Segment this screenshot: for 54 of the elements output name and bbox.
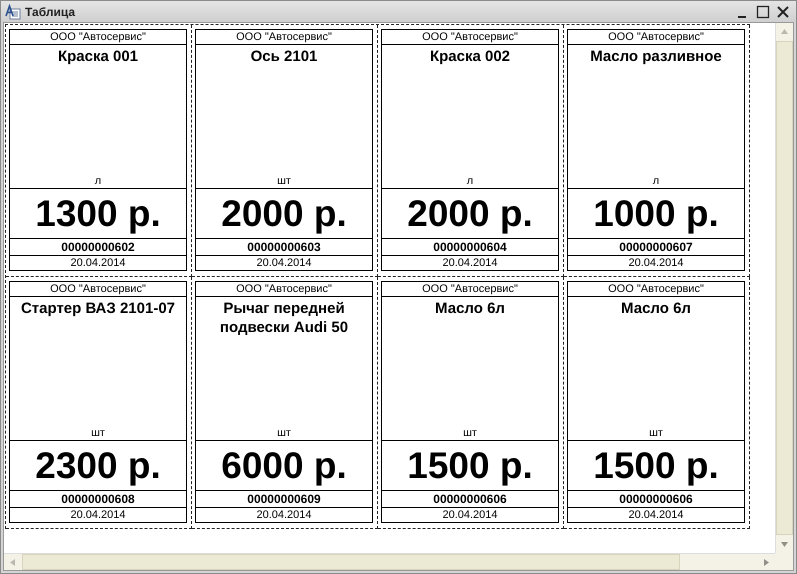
product-code: 00000000607 [568,239,744,256]
product-code: 00000000609 [196,491,372,508]
close-icon[interactable] [776,4,790,18]
company-name: ООО "Автосервис" [10,282,186,297]
company-name: ООО "Автосервис" [382,282,558,297]
date-text: 20.04.2014 [69,256,127,270]
unit-text: шт [463,426,477,440]
company-name: ООО "Автосервис" [10,30,186,45]
date-text: 20.04.2014 [255,256,313,270]
product-name: Рычаг передней подвески Audi 50 [218,299,350,337]
unit-text: шт [277,426,291,440]
date-text: 20.04.2014 [441,508,499,522]
company-name: ООО "Автосервис" [568,30,744,45]
price-text: 1300 р. [10,189,186,239]
price-text: 1500 р. [382,441,558,491]
price-text: 2300 р. [10,441,186,491]
company-name: ООО "Автосервис" [196,282,372,297]
unit-text: л [466,174,474,188]
company-name: ООО "Автосервис" [196,30,372,45]
price-text: 1000 р. [568,189,744,239]
unit-text: шт [649,426,663,440]
date-text: 20.04.2014 [627,508,685,522]
product-code: 00000000606 [382,491,558,508]
maximize-icon[interactable] [756,4,770,18]
product-code: 00000000602 [10,239,186,256]
price-text: 6000 р. [196,441,372,491]
product-name: Краска 001 [56,47,140,66]
price-text: 2000 р. [196,189,372,239]
product-name: Масло 6л [620,299,692,318]
date-text: 20.04.2014 [441,256,499,270]
company-name: ООО "Автосервис" [382,30,558,45]
product-name: Масло разливное [589,47,723,66]
date-text: 20.04.2014 [627,256,685,270]
product-name: Стартер ВАЗ 2101-07 [20,299,176,318]
scroll-thumb[interactable] [22,554,680,570]
product-name: Ось 2101 [250,47,318,66]
company-name: ООО "Автосервис" [568,282,744,297]
price-text: 2000 р. [382,189,558,239]
date-text: 20.04.2014 [69,508,127,522]
product-name: Масло 6л [434,299,506,318]
unit-text: шт [91,426,105,440]
window-title: Таблица [25,4,76,18]
unit-text: шт [277,174,291,188]
product-code: 00000000604 [382,239,558,256]
product-name: Краска 002 [428,47,512,66]
date-text: 20.04.2014 [255,508,313,522]
product-code: 00000000603 [196,239,372,256]
product-code: 00000000608 [10,491,186,508]
document-icon [5,4,21,20]
price-text: 1500 р. [568,441,744,491]
product-code: 00000000606 [568,491,744,508]
unit-text: л [94,174,102,188]
horizontal-scrollbar[interactable] [4,553,775,570]
unit-text: л [652,174,660,188]
